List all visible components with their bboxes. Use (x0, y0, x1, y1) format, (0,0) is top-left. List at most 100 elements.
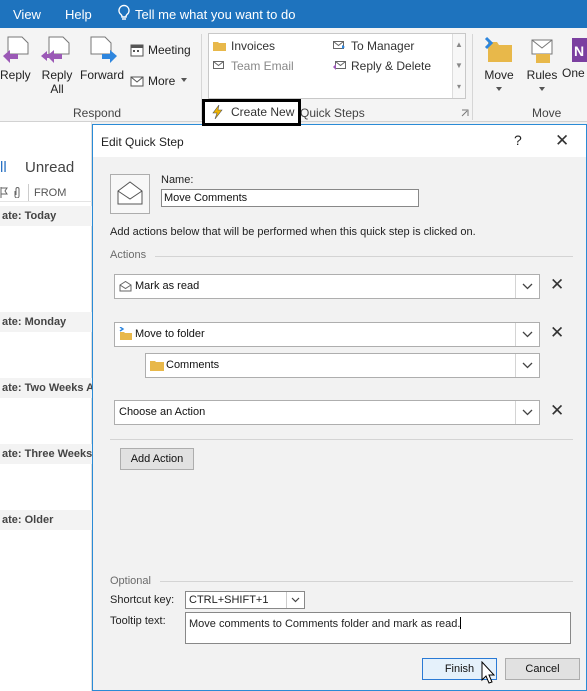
shortcut-key-select[interactable]: CTRL+SHIFT+1 (185, 591, 305, 609)
date-group-header[interactable]: ate: Older (0, 510, 92, 530)
quick-steps-gallery: Invoices To Manager Team Email Reply & D… (208, 33, 466, 99)
more-button[interactable]: More (130, 74, 187, 90)
close-button[interactable]: ✕ (555, 131, 569, 151)
date-group-header[interactable]: ate: Two Weeks A (0, 378, 92, 398)
date-group-header[interactable]: ate: Today (0, 206, 92, 226)
forward-envelope-icon (333, 41, 345, 49)
action-label: Mark as read (135, 280, 200, 292)
action-combo-choose[interactable]: Choose an Action (114, 400, 540, 425)
move-group-label: Move (532, 106, 562, 120)
section-divider (110, 439, 573, 440)
dropdown-button[interactable] (515, 401, 539, 424)
tell-me-search[interactable]: Tell me what you want to do (135, 7, 295, 22)
reply-delete-icon (333, 61, 346, 70)
tooltip-text-label: Tooltip text: (110, 615, 166, 627)
chevron-down-icon (496, 87, 502, 91)
dropdown-button[interactable] (515, 354, 539, 377)
dialog-launcher-icon[interactable] (461, 109, 469, 117)
action-combo-move-to-folder[interactable]: Move to folder (114, 322, 540, 347)
cancel-button[interactable]: Cancel (505, 658, 580, 680)
tooltip-text-input[interactable]: Move comments to Comments folder and mar… (185, 612, 571, 644)
scroll-down-icon[interactable]: ▼ (453, 55, 465, 76)
chevron-down-icon (522, 283, 533, 290)
delete-action-button[interactable]: ✕ (550, 323, 564, 343)
quick-step-icon-button[interactable] (110, 174, 150, 214)
folder-label: Comments (166, 359, 220, 371)
quick-step-invoices[interactable]: Invoices (213, 39, 275, 53)
forward-icon (90, 36, 117, 63)
onenote-button[interactable]: N One (562, 34, 587, 80)
rules-icon (531, 39, 553, 63)
menu-help[interactable]: Help (65, 7, 92, 22)
reply-label: Reply (0, 68, 31, 82)
name-input[interactable]: Move Comments (161, 189, 419, 207)
gallery-expand-icon[interactable]: ▾ (453, 76, 465, 97)
quick-step-team-email[interactable]: Team Email (213, 59, 294, 73)
actions-section-label: Actions (110, 249, 147, 261)
move-label: Move (484, 68, 514, 82)
delete-action-button[interactable]: ✕ (550, 275, 564, 295)
action-combo-mark-as-read[interactable]: Mark as read (114, 274, 540, 299)
create-new-label: Create New (231, 105, 295, 119)
forward-button[interactable]: Forward (79, 34, 125, 82)
ribbon: Reply Reply All Forward Meeting More Res… (0, 28, 587, 126)
calendar-icon (130, 44, 144, 57)
action-label: Move to folder (135, 328, 205, 340)
more-label: More (148, 74, 176, 88)
chevron-down-icon (539, 87, 545, 91)
tab-all[interactable]: ll (0, 159, 7, 176)
envelope-icon (117, 181, 143, 205)
rules-button[interactable]: Rules (523, 34, 561, 96)
tab-unread[interactable]: Unread (25, 159, 74, 176)
quick-steps-group-label: Quick Steps (300, 106, 365, 120)
shortcut-key-value: CTRL+SHIFT+1 (189, 594, 269, 606)
edit-quick-step-dialog: Edit Quick Step ? ✕ Name: Move Comments … (92, 124, 587, 691)
chevron-down-icon (291, 597, 300, 603)
menu-view[interactable]: View (13, 7, 41, 22)
chevron-down-icon (522, 331, 533, 338)
reply-all-label-1: Reply (41, 68, 73, 82)
svg-text:N: N (574, 43, 584, 59)
lightbulb-icon (118, 4, 130, 20)
quick-step-team-email-label: Team Email (231, 59, 294, 73)
dropdown-button[interactable] (286, 592, 304, 608)
text-caret (460, 617, 462, 629)
reply-all-label-2: All (50, 82, 64, 96)
meeting-button[interactable]: Meeting (130, 43, 191, 59)
quick-step-to-manager[interactable]: To Manager (333, 39, 414, 53)
menu-bar: View Help Tell me what you want to do (0, 0, 587, 28)
dropdown-button[interactable] (515, 323, 539, 346)
reply-all-button[interactable]: Reply All (37, 34, 77, 96)
section-divider (160, 581, 573, 582)
section-divider (155, 256, 573, 257)
help-button[interactable]: ? (514, 132, 522, 148)
date-group-header[interactable]: ate: Monday (0, 312, 92, 332)
folder-combo[interactable]: Comments (145, 353, 540, 378)
create-new-quick-step[interactable]: Create New (202, 99, 301, 126)
folder-icon (150, 361, 164, 371)
tooltip-text-value: Move comments to Comments folder and mar… (189, 618, 461, 630)
move-button[interactable]: Move (478, 34, 520, 96)
scroll-up-icon[interactable]: ▲ (453, 34, 465, 55)
dropdown-button[interactable] (515, 275, 539, 298)
dialog-title-bar: Edit Quick Step ? ✕ (93, 125, 586, 157)
reply-button[interactable]: Reply (0, 34, 31, 82)
attachment-icon[interactable] (13, 187, 21, 198)
quick-step-reply-delete[interactable]: Reply & Delete (333, 59, 431, 73)
chevron-down-icon (522, 409, 533, 416)
forward-label: Forward (79, 68, 124, 82)
chevron-down-icon (522, 362, 533, 369)
quick-steps-scrollbar[interactable]: ▲ ▼ ▾ (452, 34, 465, 98)
delete-action-button[interactable]: ✕ (550, 401, 564, 421)
dialog-title: Edit Quick Step (101, 135, 184, 149)
add-action-button[interactable]: Add Action (120, 448, 194, 470)
flag-column-icon[interactable] (0, 187, 9, 198)
envelope-icon (213, 61, 224, 69)
respond-group-label: Respond (73, 106, 122, 120)
move-folder-icon (119, 327, 132, 340)
from-column-header[interactable]: FROM (34, 187, 66, 199)
mouse-cursor-icon (481, 661, 495, 684)
mail-list: ll Unread FROM ate: Today ate: Monday at… (0, 122, 92, 691)
onenote-icon: N (572, 38, 587, 62)
date-group-header[interactable]: ate: Three Weeks A (0, 444, 92, 464)
